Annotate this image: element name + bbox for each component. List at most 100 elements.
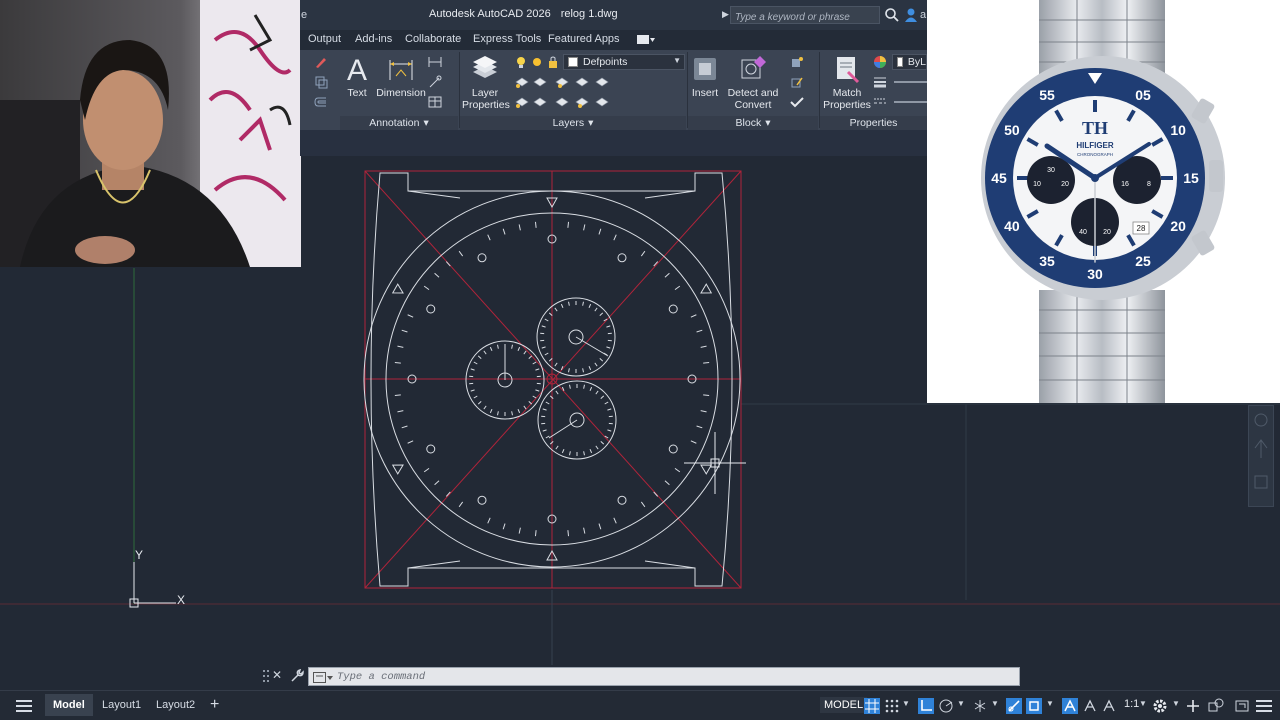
chevron-down-icon[interactable]: ▼ [1172, 699, 1180, 708]
linear-dim-icon[interactable] [428, 55, 442, 69]
layout-tab-layout1[interactable]: Layout1 [94, 694, 149, 716]
orbit-icon [1254, 413, 1268, 427]
edit-block-icon[interactable] [790, 75, 804, 89]
chevron-down-icon[interactable]: ▼ [957, 699, 965, 708]
annotation-visibility-icon[interactable] [1062, 698, 1078, 714]
properties-panel-title[interactable]: Properties [820, 116, 927, 130]
customize-menu-icon[interactable] [1256, 698, 1272, 714]
copy-icon[interactable] [314, 75, 328, 89]
watch-subtitle: CHRONOGRAPH [1077, 152, 1113, 157]
model-space-button[interactable]: MODEL [820, 697, 868, 713]
layer-dropdown[interactable]: Defpoints ▼ [563, 54, 685, 70]
subdial-left-right: 20 [1061, 181, 1069, 188]
pen-icon[interactable] [314, 55, 328, 69]
osnap-icon[interactable] [1026, 698, 1042, 714]
auto-scale-icon[interactable] [1082, 698, 1098, 714]
create-block-icon[interactable] [790, 55, 804, 69]
help-search-input[interactable] [731, 9, 879, 26]
text-button[interactable]: A Text [342, 54, 372, 99]
tab-collaborate[interactable]: Collaborate [405, 33, 461, 45]
chevron-down-icon[interactable]: ▼ [1139, 699, 1147, 708]
add-icon[interactable] [1185, 698, 1201, 714]
close-icon[interactable]: ✕ [272, 668, 282, 682]
user-icon[interactable] [904, 7, 918, 23]
annotation-scale-icon[interactable] [1101, 698, 1117, 714]
ucs-icon: Y X [129, 548, 185, 608]
gear-icon[interactable] [1152, 698, 1168, 714]
bezel-number: 30 [1087, 266, 1103, 282]
grip-icon[interactable] [262, 669, 270, 683]
lineweight-icon[interactable] [873, 75, 887, 89]
match-properties-button[interactable]: Match Properties [822, 54, 872, 111]
detect-convert-button[interactable]: Detect and Convert [726, 54, 780, 111]
chevron-down-icon: ▾ [423, 117, 429, 129]
dimension-icon [389, 60, 413, 80]
tab-output[interactable]: Output [308, 33, 341, 45]
layout-tab-model[interactable]: Model [45, 694, 93, 716]
offset-icon[interactable] [314, 95, 328, 109]
grid-icon[interactable] [864, 698, 880, 714]
search-expand-icon[interactable]: ▶ [722, 9, 729, 20]
osnap-tracking-icon[interactable] [1006, 698, 1022, 714]
sun-icon[interactable] [530, 55, 544, 69]
tab-express-tools[interactable]: Express Tools [473, 33, 541, 45]
reference-watch-image: 55 05 10 15 20 25 30 35 40 45 50 TH HILFIGER CHRON… [927, 0, 1280, 403]
chevron-down-icon: ▾ [588, 117, 594, 129]
leader-icon[interactable] [428, 75, 442, 89]
annotation-panel-title[interactable]: Annotation ▾ [340, 116, 458, 130]
webcam-overlay [0, 0, 301, 267]
ortho-icon[interactable] [918, 698, 934, 714]
add-layout-icon[interactable]: + [210, 696, 219, 714]
ucs-x-label: X [177, 593, 185, 607]
watch-drawing[interactable] [363, 170, 742, 589]
polar-icon[interactable] [938, 698, 954, 714]
layer-tools-icons[interactable] [514, 74, 614, 114]
fullscreen-icon[interactable] [1234, 698, 1250, 714]
color-wheel-icon[interactable] [873, 55, 887, 69]
chevron-down-icon[interactable]: ▼ [1046, 699, 1054, 708]
color-dropdown[interactable]: ByL [892, 54, 927, 70]
layer-properties-button[interactable]: Layer Properties [462, 54, 510, 111]
watch-brand: HILFIGER [1076, 141, 1114, 150]
chevron-down-icon[interactable]: ▼ [991, 699, 999, 708]
layers-panel-title[interactable]: Layers ▾ [460, 116, 686, 130]
layer-properties-icon [473, 56, 497, 78]
wrench-icon[interactable] [290, 669, 304, 683]
app-name: Autodesk AutoCAD 2026 [429, 8, 551, 20]
lock-icon[interactable] [546, 55, 560, 69]
bezel-number: 20 [1170, 218, 1186, 234]
linetype-icon[interactable] [873, 95, 887, 109]
text-icon: A [347, 54, 367, 87]
annotation-scale-value[interactable]: 1:1 [1124, 698, 1139, 710]
block-panel-title[interactable]: Block ▾ [688, 116, 818, 130]
insert-icon [694, 58, 716, 80]
isodraft-icon[interactable] [972, 698, 988, 714]
command-prompt-icon[interactable] [313, 672, 333, 683]
block-attr-icon[interactable] [790, 95, 804, 109]
snap-icon[interactable] [884, 698, 900, 714]
layout-tab-layout2[interactable]: Layout2 [148, 694, 203, 716]
dimension-button[interactable]: Dimension [376, 54, 426, 99]
insert-button[interactable]: Insert [690, 54, 720, 99]
isolate-objects-icon[interactable] [1208, 698, 1224, 714]
tab-add-ins[interactable]: Add-ins [355, 33, 392, 45]
ribbon-toggle-icon[interactable] [637, 35, 655, 44]
subdial-left-top: 30 [1047, 167, 1055, 174]
menu-icon[interactable] [16, 700, 32, 712]
crosshair-cursor [684, 432, 746, 494]
detect-convert-icon [741, 56, 766, 79]
help-search-box[interactable] [730, 6, 880, 26]
bulb-icon[interactable] [514, 55, 528, 69]
chevron-down-icon: ▼ [673, 56, 681, 65]
linetype-dropdown[interactable] [894, 101, 927, 103]
command-input-box[interactable] [308, 667, 1020, 686]
command-input[interactable] [337, 668, 1007, 685]
tab-featured-apps[interactable]: Featured Apps [548, 33, 620, 45]
navigation-bar[interactable] [1248, 405, 1274, 507]
table-icon[interactable] [428, 95, 442, 109]
lineweight-dropdown[interactable] [894, 81, 927, 83]
svg-text:A: A [347, 54, 367, 84]
search-icon[interactable] [884, 7, 900, 23]
user-name-cut: a [920, 9, 927, 21]
chevron-down-icon[interactable]: ▼ [902, 699, 910, 708]
